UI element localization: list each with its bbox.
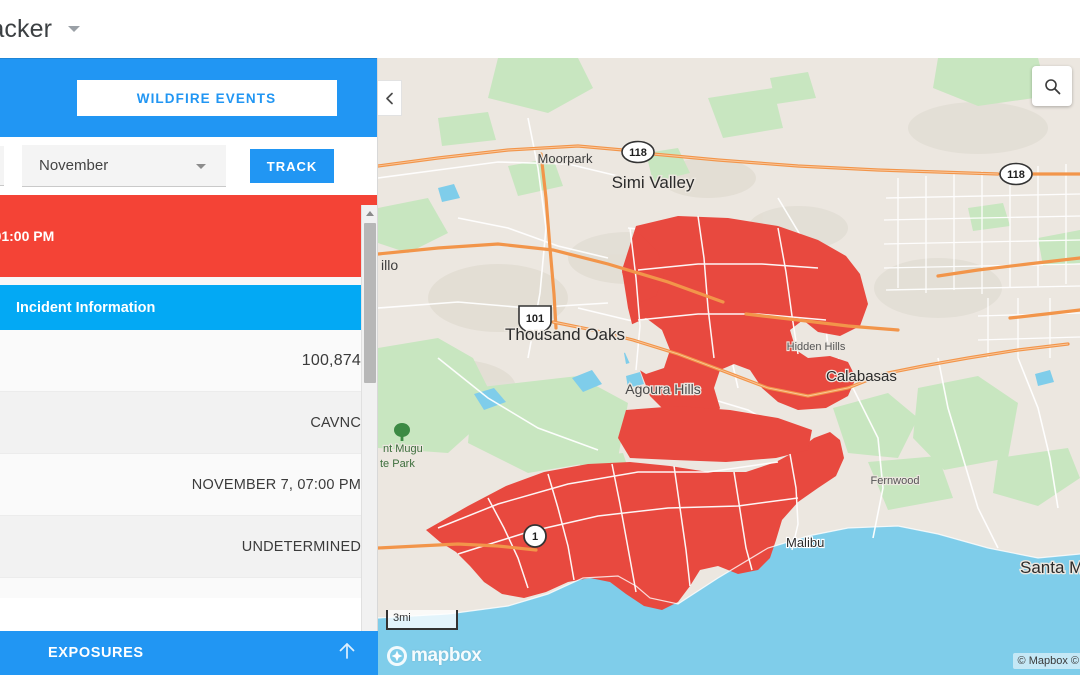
arrow-up-icon [339,642,355,659]
place-label-agoura-hills: Agoura Hills [625,381,700,397]
map-graphics: 118 118 101 1 Moorpark Simi Valley illo … [378,58,1080,675]
row-value-start-date: NOVEMBER 7, 07:00 PM [191,476,361,493]
panel-scrollbar[interactable] [361,205,377,675]
exposures-bar[interactable]: EXPOSURES [0,631,378,675]
map-canvas[interactable]: 118 118 101 1 Moorpark Simi Valley illo … [378,58,1080,675]
scrollbar-thumb[interactable] [364,223,376,383]
svg-text:1: 1 [532,531,538,543]
place-label-malibu: Malibu [786,535,824,550]
svg-text:101: 101 [526,313,544,325]
exposures-label: EXPOSURES [48,645,144,661]
table-row[interactable]: CAVNC [0,392,377,454]
panel-controls: November TRACK [0,137,377,195]
incident-information-title: Incident Information [16,299,156,316]
map-search-button[interactable] [1032,66,1072,106]
place-label-hidden-hills: Hidden Hills [787,341,846,353]
map-scale-bar: 3mi [386,610,458,630]
place-label-santa-monica: Santa Mo [1020,558,1080,577]
row-value-acres: 100,874 [301,351,361,369]
incident-information-header[interactable]: Incident Information [0,285,377,330]
panel-header: WILDFIRE EVENTS [0,58,377,137]
left-panel: WILDFIRE EVENTS November TRACK 4, 01:00 … [0,58,378,675]
month-select-value: November [39,157,109,174]
mapbox-mark-icon [387,645,407,666]
table-row[interactable]: NOVEMBER 7, 07:00 PM [0,454,377,516]
exposures-expand-button[interactable] [336,640,358,667]
svg-text:118: 118 [629,147,647,159]
row-value-unit-code: CAVNC [310,414,361,431]
wildfire-events-button[interactable]: WILDFIRE EVENTS [76,80,337,116]
mapbox-wordmark: mapbox [411,644,482,666]
month-select[interactable]: November [22,145,226,187]
place-label-thousand-oaks: Thousand Oaks [505,325,625,344]
chevron-down-icon [196,164,206,169]
table-row-partial [0,578,377,598]
incident-information-rows: 100,874 CAVNC NOVEMBER 7, 07:00 PM UNDET… [0,330,377,598]
highway-shield-1: 1 [523,524,547,548]
chevron-left-icon [386,92,393,104]
place-label-state-park: te Park [380,458,415,470]
place-label-moorpark: Moorpark [538,151,593,166]
svg-text:118: 118 [1007,169,1025,181]
table-row[interactable]: 100,874 [0,330,377,392]
map-attribution[interactable]: © Mapbox © [1012,653,1080,669]
triangle-up-icon [366,210,374,216]
highway-shield-118-left: 118 [621,140,655,164]
search-icon [1044,78,1060,94]
scrollbar-up-button[interactable] [362,205,377,221]
row-value-cause: UNDETERMINED [241,538,361,555]
app-header: racker [0,0,1080,58]
wildfire-tracker-app: racker [0,0,1080,675]
place-label-point-mugu: nt Mugu [383,443,423,455]
alert-banner: 4, 01:00 PM [0,195,377,277]
alert-banner-text: 4, 01:00 PM [0,228,55,244]
place-label-calabasas: Calabasas [826,368,897,385]
mapbox-logo[interactable]: mapbox [386,644,482,667]
section-gap [0,277,377,285]
highway-shield-118-right: 118 [999,162,1033,186]
place-label-fernwood: Fernwood [871,475,920,487]
chevron-down-icon[interactable] [68,26,81,32]
year-select[interactable] [0,146,4,186]
table-row[interactable]: UNDETERMINED [0,516,377,578]
app-title: racker [0,14,53,43]
place-label-simi-valley: Simi Valley [612,173,695,192]
panel-collapse-button[interactable] [378,80,402,116]
place-label-camarillo: illo [381,257,398,273]
track-button[interactable]: TRACK [250,149,334,183]
